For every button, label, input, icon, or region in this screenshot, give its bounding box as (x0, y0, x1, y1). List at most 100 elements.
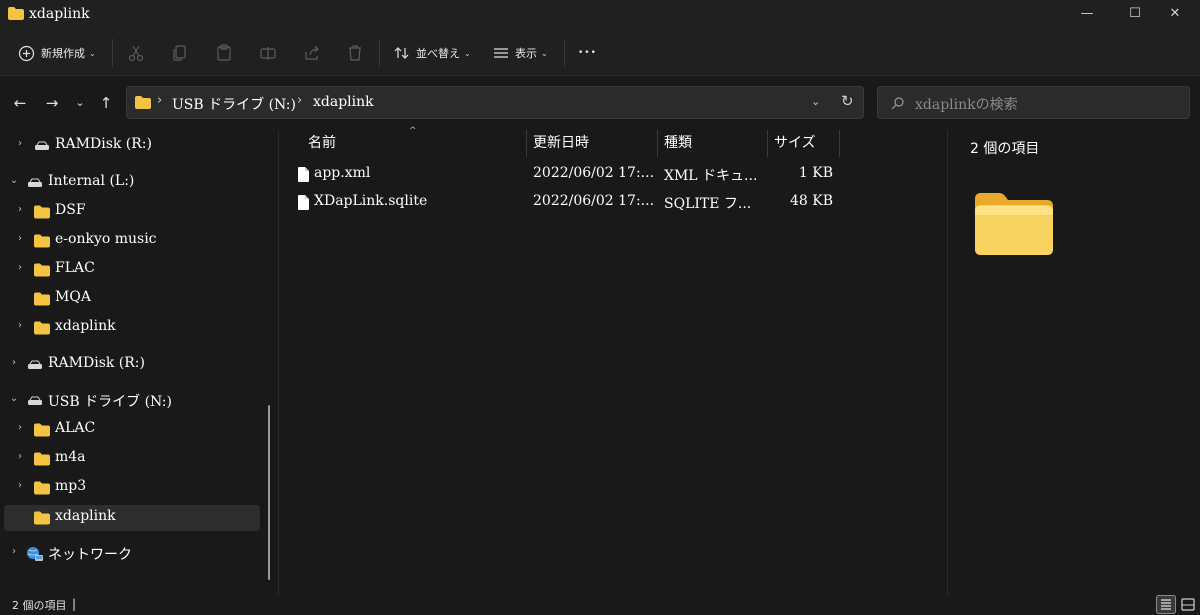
expand-chevron-icon[interactable]: › (8, 357, 20, 368)
status-separator: | (72, 597, 77, 611)
sidebar-item-xdaplink-internal[interactable]: › xdaplink (4, 315, 260, 341)
folder-icon (34, 423, 50, 437)
large-icons-view-icon[interactable] (1178, 595, 1198, 614)
back-button[interactable]: ← (10, 94, 30, 114)
sidebar-item-label: mp3 (55, 478, 87, 494)
search-placeholder: xdaplinkの検索 (915, 97, 1018, 113)
sort-ascending-icon: ^ (409, 126, 417, 136)
file-icon (298, 167, 309, 182)
expand-chevron-icon[interactable]: › (14, 233, 26, 244)
large-folder-icon (975, 193, 1053, 255)
command-bar: 新規作成 ⌄ 並べ替え ⌄ 表示 ⌄ ••• (0, 30, 1200, 76)
expand-chevron-icon[interactable]: › (14, 320, 26, 331)
column-header-size[interactable]: サイズ (774, 132, 816, 160)
window-title: xdaplink (29, 6, 90, 22)
sidebar-item-label: ALAC (55, 420, 96, 436)
navigation-pane: › RAMDisk (R:) ⌄ Internal (L:) › DSF › e… (0, 130, 278, 595)
sidebar-item-usb-drive[interactable]: ⌄ USB ドライブ (N:) (4, 388, 260, 414)
share-icon[interactable] (302, 43, 322, 63)
close-button[interactable]: ✕ (1152, 0, 1198, 30)
file-row[interactable]: XDapLink.sqlite 2022/06/02 17:... SQLITE… (291, 189, 851, 215)
search-box[interactable]: xdaplinkの検索 (877, 86, 1190, 119)
recent-locations-button[interactable]: ⌄ (70, 94, 90, 114)
expand-chevron-icon[interactable]: › (14, 204, 26, 215)
details-view-icon[interactable] (1156, 595, 1176, 614)
details-pane: 2 個の項目 (948, 130, 1200, 595)
title-bar: xdaplink — ☐ ✕ (0, 0, 1200, 30)
more-options-button[interactable]: ••• (578, 41, 597, 65)
expand-chevron-icon[interactable]: › (14, 451, 26, 462)
expand-chevron-icon[interactable]: › (14, 138, 26, 149)
folder-icon (34, 511, 50, 525)
paste-icon[interactable] (214, 43, 234, 63)
sidebar-item-label: xdaplink (55, 318, 116, 334)
refresh-button[interactable]: ↻ (841, 92, 854, 110)
rename-icon[interactable] (258, 43, 278, 63)
breadcrumb-separator[interactable]: › (297, 93, 302, 108)
sidebar-item-network[interactable]: › ネットワーク (4, 541, 260, 567)
sidebar-item-e-onkyo-music[interactable]: › e-onkyo music (4, 228, 260, 254)
copy-icon[interactable] (170, 43, 190, 63)
column-divider[interactable] (526, 130, 527, 157)
column-header-type[interactable]: 種類 (664, 132, 692, 160)
sidebar-item-alac[interactable]: › ALAC (4, 417, 260, 443)
sidebar-item-label: DSF (55, 202, 86, 218)
expand-chevron-icon[interactable]: › (8, 546, 20, 557)
new-button[interactable]: 新規作成 ⌄ (18, 41, 96, 65)
column-divider[interactable] (657, 130, 658, 157)
expand-chevron-icon[interactable]: › (14, 262, 26, 273)
file-modified: 2022/06/02 17:... (533, 193, 655, 209)
sidebar-scrollbar[interactable] (268, 405, 270, 580)
sidebar-item-flac[interactable]: › FLAC (4, 257, 260, 283)
status-item-count: 2 個の項目 (12, 599, 67, 612)
network-icon (27, 547, 43, 561)
sidebar-item-label: ネットワーク (48, 547, 132, 563)
sidebar-item-xdaplink-usb[interactable]: xdaplink (4, 505, 260, 531)
sidebar-item-m4a[interactable]: › m4a (4, 446, 260, 472)
cut-icon[interactable] (126, 43, 146, 63)
sort-button[interactable]: 並べ替え ⌄ (394, 41, 471, 65)
expand-chevron-icon[interactable]: › (14, 480, 26, 491)
forward-button[interactable]: → (42, 94, 62, 114)
file-name: app.xml (314, 165, 371, 181)
address-bar[interactable]: › USB ドライブ (N:) › xdaplink ⌄ ↻ (126, 86, 864, 119)
breadcrumb-usb-drive[interactable]: USB ドライブ (N:) (172, 94, 296, 114)
toolbar-divider (564, 39, 565, 67)
sidebar-item-ramdisk-2[interactable]: › RAMDisk (R:) (4, 352, 260, 378)
up-button[interactable]: ↑ (96, 94, 116, 114)
drive-icon (28, 178, 42, 187)
sidebar-item-ramdisk[interactable]: › RAMDisk (R:) (4, 133, 260, 159)
address-dropdown-button[interactable]: ⌄ (811, 95, 820, 108)
view-button[interactable]: 表示 ⌄ (493, 41, 548, 65)
sidebar-item-dsf[interactable]: › DSF (4, 199, 260, 225)
column-header-name[interactable]: 名前 (308, 132, 336, 160)
plus-circle-icon (18, 45, 35, 61)
chevron-down-icon: ⌄ (89, 48, 96, 58)
sidebar-item-internal[interactable]: ⌄ Internal (L:) (4, 170, 260, 196)
file-icon (298, 195, 309, 210)
column-divider[interactable] (839, 130, 840, 157)
sidebar-item-label: m4a (55, 449, 86, 465)
collapse-chevron-icon[interactable]: ⌄ (8, 175, 20, 186)
file-row[interactable]: app.xml 2022/06/02 17:... XML ドキュ... 1 K… (291, 161, 851, 187)
column-divider[interactable] (767, 130, 768, 157)
expand-chevron-icon[interactable]: › (14, 422, 26, 433)
sidebar-item-mqa[interactable]: MQA (4, 286, 260, 312)
toolbar-divider (112, 39, 113, 67)
folder-icon (8, 7, 24, 20)
column-header-modified[interactable]: 更新日時 (533, 132, 589, 160)
search-icon (891, 97, 904, 110)
minimize-button[interactable]: — (1064, 0, 1110, 30)
sidebar-item-label: RAMDisk (R:) (55, 136, 152, 152)
breadcrumb-separator[interactable]: › (157, 93, 162, 108)
file-modified: 2022/06/02 17:... (533, 165, 655, 181)
new-label: 新規作成 (41, 47, 85, 60)
file-size: 1 KB (798, 165, 833, 181)
toolbar-divider (379, 39, 380, 67)
delete-icon[interactable] (345, 43, 365, 63)
sidebar-item-mp3[interactable]: › mp3 (4, 475, 260, 501)
file-name: XDapLink.sqlite (314, 193, 428, 209)
collapse-chevron-icon[interactable]: ⌄ (8, 393, 20, 404)
folder-icon (34, 321, 50, 335)
breadcrumb-xdaplink[interactable]: xdaplink (313, 94, 374, 110)
